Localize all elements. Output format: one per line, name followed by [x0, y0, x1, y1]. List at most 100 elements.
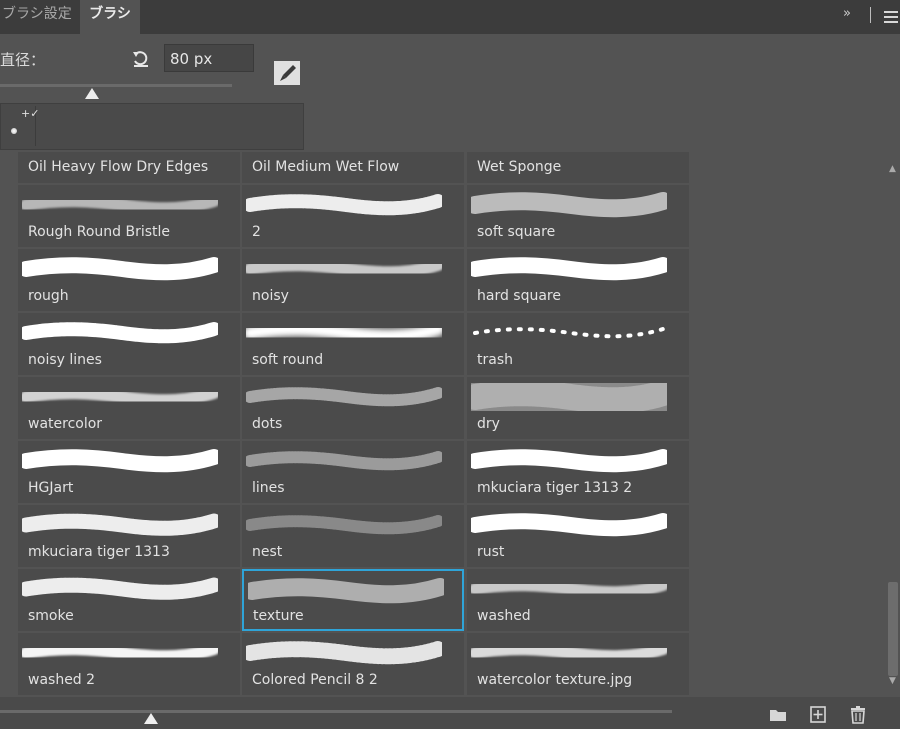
brush-stroke-preview	[246, 259, 442, 279]
brush-preset-20[interactable]: rust	[467, 505, 689, 567]
brush-preset-26[interactable]: watercolor texture.jpg	[467, 633, 689, 695]
brush-stroke-preview	[246, 194, 442, 216]
brush-preset-6[interactable]: rough	[18, 249, 240, 311]
brush-preset-label: washed	[477, 608, 531, 624]
brush-preset-2[interactable]: Wet Sponge	[467, 152, 689, 183]
brush-preset-0[interactable]: Oil Heavy Flow Dry Edges	[18, 152, 240, 183]
scroll-down-arrow-icon[interactable]: ▼	[889, 676, 896, 686]
brush-preset-11[interactable]: trash	[467, 313, 689, 375]
brush-preset-label: 2	[252, 224, 261, 240]
brush-preset-label: HGJart	[28, 480, 74, 496]
brush-preset-22[interactable]: texture	[242, 569, 464, 631]
brush-preset-label: mkuciara tiger 1313	[28, 544, 170, 560]
brush-preset-4[interactable]: 2	[242, 185, 464, 247]
trash-icon[interactable]	[848, 706, 868, 724]
create-brush-button[interactable]	[274, 61, 300, 85]
brush-preset-label: Wet Sponge	[477, 159, 562, 175]
brush-preset-label: smoke	[28, 608, 74, 624]
brush-preset-18[interactable]: mkuciara tiger 1313	[18, 505, 240, 567]
brush-preset-3[interactable]: Rough Round Bristle	[18, 185, 240, 247]
size-input[interactable]: 80 px	[164, 44, 254, 72]
brush-preset-label: watercolor texture.jpg	[477, 672, 633, 688]
brush-preset-label: hard square	[477, 288, 561, 304]
brush-stroke-preview	[22, 387, 218, 407]
brush-tip-preview[interactable]: +✓	[1, 106, 39, 146]
brush-pen-icon	[280, 65, 296, 81]
size-slider-thumb[interactable]	[85, 88, 99, 99]
brush-preset-label: Colored Pencil 8 2	[252, 672, 378, 688]
brush-preset-label: noisy	[252, 288, 289, 304]
collapse-panel-button[interactable]: »	[843, 6, 851, 21]
brush-preset-24[interactable]: washed 2	[18, 633, 240, 695]
brush-stroke-preview	[246, 322, 442, 344]
brush-tip-dot	[11, 128, 17, 134]
brush-preset-14[interactable]: dry	[467, 377, 689, 439]
brush-preview-area: +✓	[0, 103, 304, 150]
preview-zoom-slider-track[interactable]	[0, 710, 672, 713]
brush-preset-7[interactable]: noisy	[242, 249, 464, 311]
brush-preset-label: texture	[253, 608, 304, 624]
brush-preset-12[interactable]: watercolor	[18, 377, 240, 439]
brush-preset-label: trash	[477, 352, 513, 368]
size-slider-track[interactable]	[0, 84, 232, 87]
brush-preset-21[interactable]: smoke	[18, 569, 240, 631]
brush-preset-label: noisy lines	[28, 352, 102, 368]
brush-preset-label: mkuciara tiger 1313 2	[477, 480, 633, 496]
new-brush-icon[interactable]	[808, 706, 828, 724]
brush-preset-8[interactable]: hard square	[467, 249, 689, 311]
brush-stroke-preview	[471, 513, 667, 537]
brush-stroke-preview	[246, 515, 442, 535]
panel-bottom-bar	[0, 697, 900, 729]
brush-preset-17[interactable]: mkuciara tiger 1313 2	[467, 441, 689, 503]
scroll-up-arrow-icon[interactable]: ▲	[889, 164, 896, 174]
size-label: 直径：	[0, 51, 46, 69]
brush-preset-19[interactable]: nest	[242, 505, 464, 567]
brush-preset-label: dry	[477, 416, 500, 432]
brush-preset-label: watercolor	[28, 416, 103, 432]
brush-stroke-preview	[471, 449, 667, 473]
brush-preset-label: lines	[252, 480, 285, 496]
brush-stroke-preview	[248, 578, 444, 604]
brush-stroke-preview	[22, 577, 218, 600]
brush-preset-label: soft round	[252, 352, 324, 368]
brush-preset-label: rough	[28, 288, 69, 304]
brush-preset-15[interactable]: HGJart	[18, 441, 240, 503]
brush-stroke-preview	[22, 643, 218, 663]
brush-stroke-preview	[471, 257, 667, 281]
brush-preset-1[interactable]: Oil Medium Wet Flow	[242, 152, 464, 183]
brush-stroke-preview	[22, 322, 218, 344]
preview-zoom-slider-thumb[interactable]	[144, 713, 158, 724]
brush-stroke-preview	[22, 449, 218, 473]
panel-tab-bar: ブラシ設定 ブラシ »	[0, 0, 900, 34]
tab-brush-settings[interactable]: ブラシ設定	[0, 0, 80, 34]
reset-size-icon[interactable]	[132, 50, 150, 68]
folder-icon[interactable]	[768, 706, 788, 724]
brush-preset-label: soft square	[477, 224, 556, 240]
brush-stroke-preview	[471, 579, 667, 599]
brush-stroke-preview	[471, 643, 667, 663]
brush-preset-label: nest	[252, 544, 283, 560]
brush-stroke-preview	[473, 327, 665, 339]
scrollbar-thumb[interactable]	[888, 582, 898, 676]
brush-preset-label: Oil Medium Wet Flow	[252, 159, 400, 175]
brush-stroke-preview	[471, 383, 667, 411]
brush-stroke-preview	[246, 387, 442, 407]
brush-preset-label: Oil Heavy Flow Dry Edges	[28, 159, 209, 175]
brush-stroke-preview	[22, 257, 218, 281]
brush-preset-10[interactable]: soft round	[242, 313, 464, 375]
brush-stroke-preview	[246, 451, 442, 471]
brush-preset-25[interactable]: Colored Pencil 8 2	[242, 633, 464, 695]
brush-stroke-preview	[22, 513, 218, 536]
brush-preset-23[interactable]: washed	[467, 569, 689, 631]
brush-preset-5[interactable]: soft square	[467, 185, 689, 247]
brush-preset-label: dots	[252, 416, 283, 432]
brush-stroke-preview	[471, 192, 667, 218]
brush-preset-label: washed 2	[28, 672, 96, 688]
brush-stroke-preview	[22, 195, 218, 215]
tab-brushes[interactable]: ブラシ	[80, 0, 140, 34]
brush-preset-label: Rough Round Bristle	[28, 224, 171, 240]
brush-preset-9[interactable]: noisy lines	[18, 313, 240, 375]
brush-preset-13[interactable]: dots	[242, 377, 464, 439]
hamburger-menu-icon[interactable]	[884, 11, 898, 26]
brush-preset-16[interactable]: lines	[242, 441, 464, 503]
